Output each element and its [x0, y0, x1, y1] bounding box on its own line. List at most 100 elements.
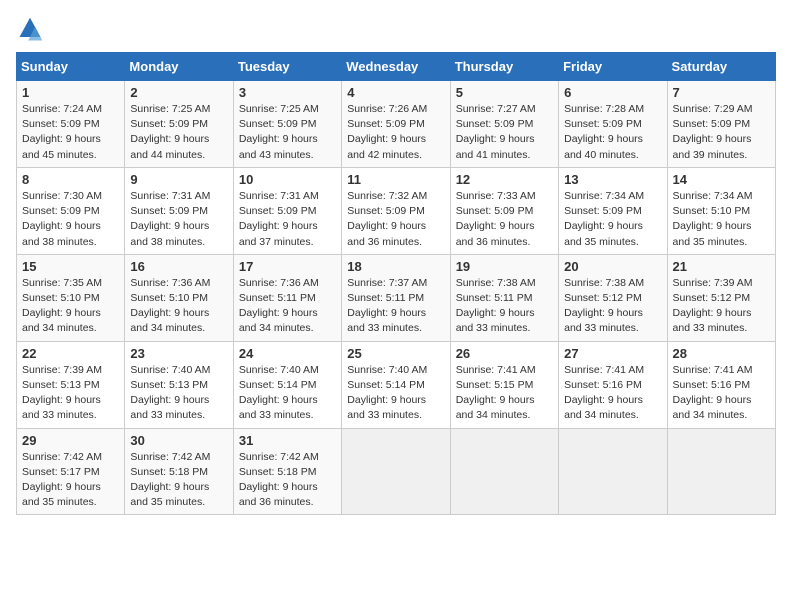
calendar-week-row: 15 Sunrise: 7:35 AM Sunset: 5:10 PM Dayl…	[17, 254, 776, 341]
calendar-day-cell	[667, 428, 775, 515]
calendar-day-cell: 20 Sunrise: 7:38 AM Sunset: 5:12 PM Dayl…	[559, 254, 667, 341]
calendar-day-cell: 13 Sunrise: 7:34 AM Sunset: 5:09 PM Dayl…	[559, 167, 667, 254]
weekday-header-row: SundayMondayTuesdayWednesdayThursdayFrid…	[17, 53, 776, 81]
calendar-day-cell: 7 Sunrise: 7:29 AM Sunset: 5:09 PM Dayli…	[667, 81, 775, 168]
calendar-day-cell: 16 Sunrise: 7:36 AM Sunset: 5:10 PM Dayl…	[125, 254, 233, 341]
day-number: 17	[239, 259, 336, 274]
calendar-header: SundayMondayTuesdayWednesdayThursdayFrid…	[17, 53, 776, 81]
calendar-day-cell: 15 Sunrise: 7:35 AM Sunset: 5:10 PM Dayl…	[17, 254, 125, 341]
calendar-day-cell	[559, 428, 667, 515]
day-info: Sunrise: 7:27 AM Sunset: 5:09 PM Dayligh…	[456, 102, 553, 163]
day-number: 15	[22, 259, 119, 274]
calendar-day-cell: 26 Sunrise: 7:41 AM Sunset: 5:15 PM Dayl…	[450, 341, 558, 428]
day-number: 28	[673, 346, 770, 361]
day-info: Sunrise: 7:40 AM Sunset: 5:13 PM Dayligh…	[130, 363, 227, 424]
calendar-day-cell: 21 Sunrise: 7:39 AM Sunset: 5:12 PM Dayl…	[667, 254, 775, 341]
calendar-day-cell: 23 Sunrise: 7:40 AM Sunset: 5:13 PM Dayl…	[125, 341, 233, 428]
day-info: Sunrise: 7:35 AM Sunset: 5:10 PM Dayligh…	[22, 276, 119, 337]
calendar-week-row: 29 Sunrise: 7:42 AM Sunset: 5:17 PM Dayl…	[17, 428, 776, 515]
day-number: 11	[347, 172, 444, 187]
weekday-header-thursday: Thursday	[450, 53, 558, 81]
calendar-day-cell: 19 Sunrise: 7:38 AM Sunset: 5:11 PM Dayl…	[450, 254, 558, 341]
calendar-day-cell: 31 Sunrise: 7:42 AM Sunset: 5:18 PM Dayl…	[233, 428, 341, 515]
day-number: 25	[347, 346, 444, 361]
day-number: 3	[239, 85, 336, 100]
day-info: Sunrise: 7:40 AM Sunset: 5:14 PM Dayligh…	[347, 363, 444, 424]
calendar-day-cell: 6 Sunrise: 7:28 AM Sunset: 5:09 PM Dayli…	[559, 81, 667, 168]
day-number: 10	[239, 172, 336, 187]
day-number: 18	[347, 259, 444, 274]
day-info: Sunrise: 7:34 AM Sunset: 5:10 PM Dayligh…	[673, 189, 770, 250]
day-info: Sunrise: 7:42 AM Sunset: 5:17 PM Dayligh…	[22, 450, 119, 511]
day-info: Sunrise: 7:33 AM Sunset: 5:09 PM Dayligh…	[456, 189, 553, 250]
day-info: Sunrise: 7:38 AM Sunset: 5:11 PM Dayligh…	[456, 276, 553, 337]
calendar-week-row: 8 Sunrise: 7:30 AM Sunset: 5:09 PM Dayli…	[17, 167, 776, 254]
day-info: Sunrise: 7:38 AM Sunset: 5:12 PM Dayligh…	[564, 276, 661, 337]
day-number: 24	[239, 346, 336, 361]
calendar-table: SundayMondayTuesdayWednesdayThursdayFrid…	[16, 52, 776, 515]
day-number: 27	[564, 346, 661, 361]
day-number: 5	[456, 85, 553, 100]
day-info: Sunrise: 7:25 AM Sunset: 5:09 PM Dayligh…	[130, 102, 227, 163]
calendar-day-cell: 28 Sunrise: 7:41 AM Sunset: 5:16 PM Dayl…	[667, 341, 775, 428]
day-info: Sunrise: 7:29 AM Sunset: 5:09 PM Dayligh…	[673, 102, 770, 163]
day-info: Sunrise: 7:31 AM Sunset: 5:09 PM Dayligh…	[130, 189, 227, 250]
calendar-day-cell: 2 Sunrise: 7:25 AM Sunset: 5:09 PM Dayli…	[125, 81, 233, 168]
calendar-day-cell: 22 Sunrise: 7:39 AM Sunset: 5:13 PM Dayl…	[17, 341, 125, 428]
day-number: 12	[456, 172, 553, 187]
day-info: Sunrise: 7:24 AM Sunset: 5:09 PM Dayligh…	[22, 102, 119, 163]
weekday-header-wednesday: Wednesday	[342, 53, 450, 81]
weekday-header-sunday: Sunday	[17, 53, 125, 81]
day-number: 20	[564, 259, 661, 274]
day-number: 2	[130, 85, 227, 100]
day-info: Sunrise: 7:36 AM Sunset: 5:11 PM Dayligh…	[239, 276, 336, 337]
calendar-day-cell: 29 Sunrise: 7:42 AM Sunset: 5:17 PM Dayl…	[17, 428, 125, 515]
day-info: Sunrise: 7:37 AM Sunset: 5:11 PM Dayligh…	[347, 276, 444, 337]
calendar-day-cell: 25 Sunrise: 7:40 AM Sunset: 5:14 PM Dayl…	[342, 341, 450, 428]
day-number: 16	[130, 259, 227, 274]
calendar-week-row: 22 Sunrise: 7:39 AM Sunset: 5:13 PM Dayl…	[17, 341, 776, 428]
day-number: 23	[130, 346, 227, 361]
calendar-day-cell: 30 Sunrise: 7:42 AM Sunset: 5:18 PM Dayl…	[125, 428, 233, 515]
calendar-day-cell	[342, 428, 450, 515]
day-number: 6	[564, 85, 661, 100]
calendar-day-cell	[450, 428, 558, 515]
day-info: Sunrise: 7:25 AM Sunset: 5:09 PM Dayligh…	[239, 102, 336, 163]
day-info: Sunrise: 7:36 AM Sunset: 5:10 PM Dayligh…	[130, 276, 227, 337]
calendar-day-cell: 9 Sunrise: 7:31 AM Sunset: 5:09 PM Dayli…	[125, 167, 233, 254]
day-number: 22	[22, 346, 119, 361]
day-number: 30	[130, 433, 227, 448]
day-number: 4	[347, 85, 444, 100]
day-info: Sunrise: 7:40 AM Sunset: 5:14 PM Dayligh…	[239, 363, 336, 424]
calendar-day-cell: 4 Sunrise: 7:26 AM Sunset: 5:09 PM Dayli…	[342, 81, 450, 168]
day-info: Sunrise: 7:32 AM Sunset: 5:09 PM Dayligh…	[347, 189, 444, 250]
day-number: 1	[22, 85, 119, 100]
calendar-day-cell: 12 Sunrise: 7:33 AM Sunset: 5:09 PM Dayl…	[450, 167, 558, 254]
day-number: 9	[130, 172, 227, 187]
calendar-day-cell: 3 Sunrise: 7:25 AM Sunset: 5:09 PM Dayli…	[233, 81, 341, 168]
day-number: 31	[239, 433, 336, 448]
weekday-header-tuesday: Tuesday	[233, 53, 341, 81]
calendar-day-cell: 5 Sunrise: 7:27 AM Sunset: 5:09 PM Dayli…	[450, 81, 558, 168]
weekday-header-friday: Friday	[559, 53, 667, 81]
day-info: Sunrise: 7:41 AM Sunset: 5:15 PM Dayligh…	[456, 363, 553, 424]
day-number: 19	[456, 259, 553, 274]
calendar-body: 1 Sunrise: 7:24 AM Sunset: 5:09 PM Dayli…	[17, 81, 776, 515]
day-info: Sunrise: 7:41 AM Sunset: 5:16 PM Dayligh…	[564, 363, 661, 424]
calendar-day-cell: 27 Sunrise: 7:41 AM Sunset: 5:16 PM Dayl…	[559, 341, 667, 428]
day-number: 7	[673, 85, 770, 100]
day-number: 29	[22, 433, 119, 448]
day-info: Sunrise: 7:34 AM Sunset: 5:09 PM Dayligh…	[564, 189, 661, 250]
weekday-header-monday: Monday	[125, 53, 233, 81]
day-info: Sunrise: 7:26 AM Sunset: 5:09 PM Dayligh…	[347, 102, 444, 163]
day-info: Sunrise: 7:39 AM Sunset: 5:12 PM Dayligh…	[673, 276, 770, 337]
weekday-header-saturday: Saturday	[667, 53, 775, 81]
day-info: Sunrise: 7:28 AM Sunset: 5:09 PM Dayligh…	[564, 102, 661, 163]
day-info: Sunrise: 7:39 AM Sunset: 5:13 PM Dayligh…	[22, 363, 119, 424]
day-number: 8	[22, 172, 119, 187]
day-info: Sunrise: 7:42 AM Sunset: 5:18 PM Dayligh…	[239, 450, 336, 511]
day-info: Sunrise: 7:30 AM Sunset: 5:09 PM Dayligh…	[22, 189, 119, 250]
day-info: Sunrise: 7:42 AM Sunset: 5:18 PM Dayligh…	[130, 450, 227, 511]
page-header	[16, 16, 776, 44]
day-number: 21	[673, 259, 770, 274]
